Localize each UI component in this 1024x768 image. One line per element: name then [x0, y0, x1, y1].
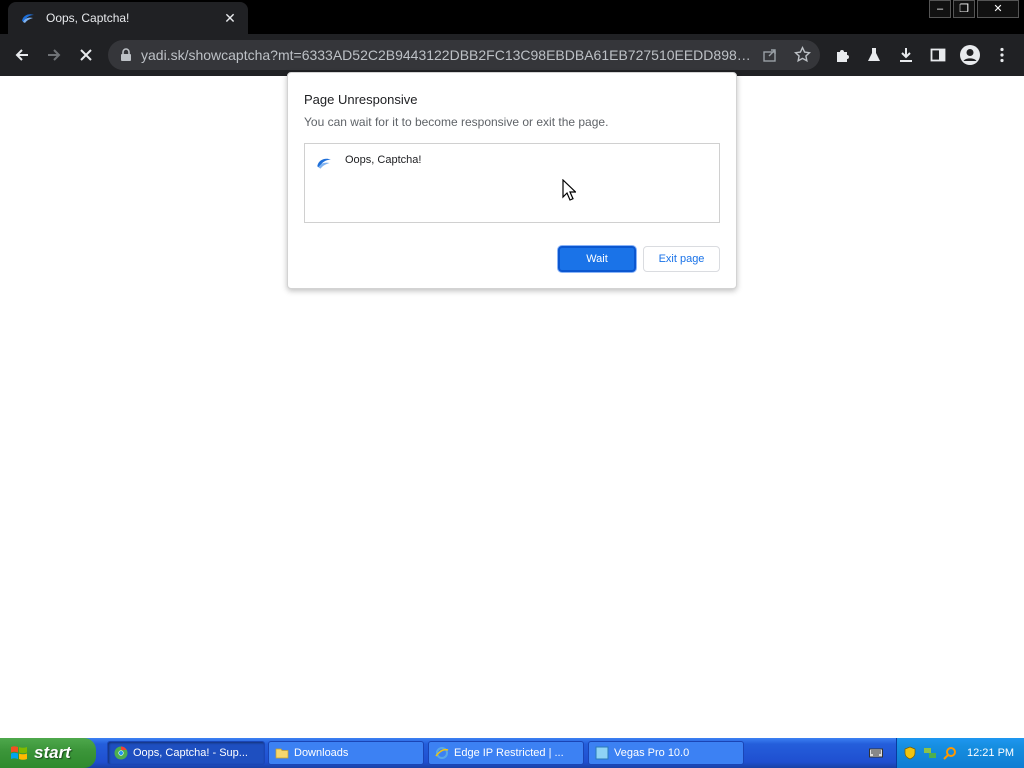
dialog-message: You can wait for it to become responsive… — [304, 115, 609, 129]
star-icon[interactable] — [794, 46, 811, 63]
taskbar-item-chrome[interactable]: Oops, Captcha! - Sup... — [107, 741, 265, 765]
dialog-title: Page Unresponsive — [304, 92, 418, 107]
lock-icon — [121, 48, 131, 61]
taskbar-item-edge[interactable]: Edge IP Restricted | ... — [428, 741, 584, 765]
page-unresponsive-dialog: Page Unresponsive You can wait for it to… — [287, 72, 737, 289]
folder-icon — [275, 748, 289, 759]
side-panel-icon — [930, 48, 946, 62]
wait-button[interactable]: Wait — [558, 246, 636, 272]
taskbar: start Oops, Captcha! - Sup... Downloads … — [0, 738, 1024, 768]
ie-icon — [435, 747, 449, 759]
mouse-cursor-icon — [562, 179, 576, 201]
system-tray: 12:21 PM — [896, 738, 1024, 768]
close-window-button[interactable]: ✕ — [977, 0, 1019, 18]
stop-icon — [80, 49, 92, 61]
menu-button[interactable] — [989, 42, 1015, 68]
profile-button[interactable] — [957, 42, 983, 68]
address-bar[interactable]: yadi.sk/showcaptcha?mt=6333AD52C2B944312… — [108, 40, 820, 70]
download-icon — [900, 48, 912, 62]
vegas-icon — [595, 746, 609, 760]
forward-arrow-icon — [48, 49, 61, 61]
shield-icon[interactable] — [903, 746, 917, 760]
share-icon[interactable] — [762, 47, 778, 63]
browser-toolbar: yadi.sk/showcaptcha?mt=6333AD52C2B944312… — [0, 34, 1024, 76]
list-item: Oops, Captcha! — [315, 148, 421, 172]
task-label: Downloads — [294, 747, 349, 759]
forward-button[interactable] — [41, 42, 67, 68]
minimize-window-button[interactable]: – — [929, 0, 951, 18]
taskbar-item-vegas[interactable]: Vegas Pro 10.0 — [588, 741, 744, 765]
browser-tab[interactable]: Oops, Captcha! ✕ — [8, 2, 248, 34]
windows-logo-icon — [11, 746, 27, 760]
labs-button[interactable] — [861, 42, 887, 68]
search-icon[interactable] — [943, 746, 957, 760]
yandex-disk-icon — [22, 14, 34, 23]
clock: 12:21 PM — [967, 747, 1015, 759]
unresponsive-pages-list: Oops, Captcha! — [304, 143, 720, 223]
extensions-button[interactable] — [829, 42, 855, 68]
restore-window-button[interactable]: ❐ — [953, 0, 975, 18]
task-label: Vegas Pro 10.0 — [614, 747, 690, 759]
task-label: Edge IP Restricted | ... — [454, 747, 564, 759]
tab-close-icon[interactable]: ✕ — [222, 10, 238, 27]
url-text[interactable]: yadi.sk/showcaptcha?mt=6333AD52C2B944312… — [141, 40, 753, 70]
back-button[interactable] — [9, 42, 35, 68]
network-icon[interactable] — [923, 746, 937, 760]
keyboard-icon[interactable] — [869, 747, 883, 759]
start-label: start — [34, 743, 71, 762]
task-label: Oops, Captcha! - Sup... — [133, 747, 248, 759]
side-panel-button[interactable] — [925, 42, 951, 68]
profile-icon — [960, 45, 980, 65]
chrome-icon — [114, 746, 128, 760]
taskbar-item-downloads[interactable]: Downloads — [268, 741, 424, 765]
stop-button[interactable] — [73, 42, 99, 68]
downloads-button[interactable] — [893, 42, 919, 68]
kebab-menu-icon — [1000, 47, 1004, 63]
tab-title: Oops, Captcha! — [46, 11, 130, 25]
back-arrow-icon — [15, 49, 28, 61]
page-label: Oops, Captcha! — [345, 154, 422, 166]
puzzle-icon — [837, 50, 849, 62]
tab-strip: Oops, Captcha! ✕ – ❐ ✕ — [0, 0, 1024, 34]
yandex-disk-icon — [317, 158, 331, 169]
start-button[interactable]: start — [0, 738, 96, 768]
flask-icon — [868, 48, 880, 61]
exit-page-button[interactable]: Exit page — [643, 246, 720, 272]
